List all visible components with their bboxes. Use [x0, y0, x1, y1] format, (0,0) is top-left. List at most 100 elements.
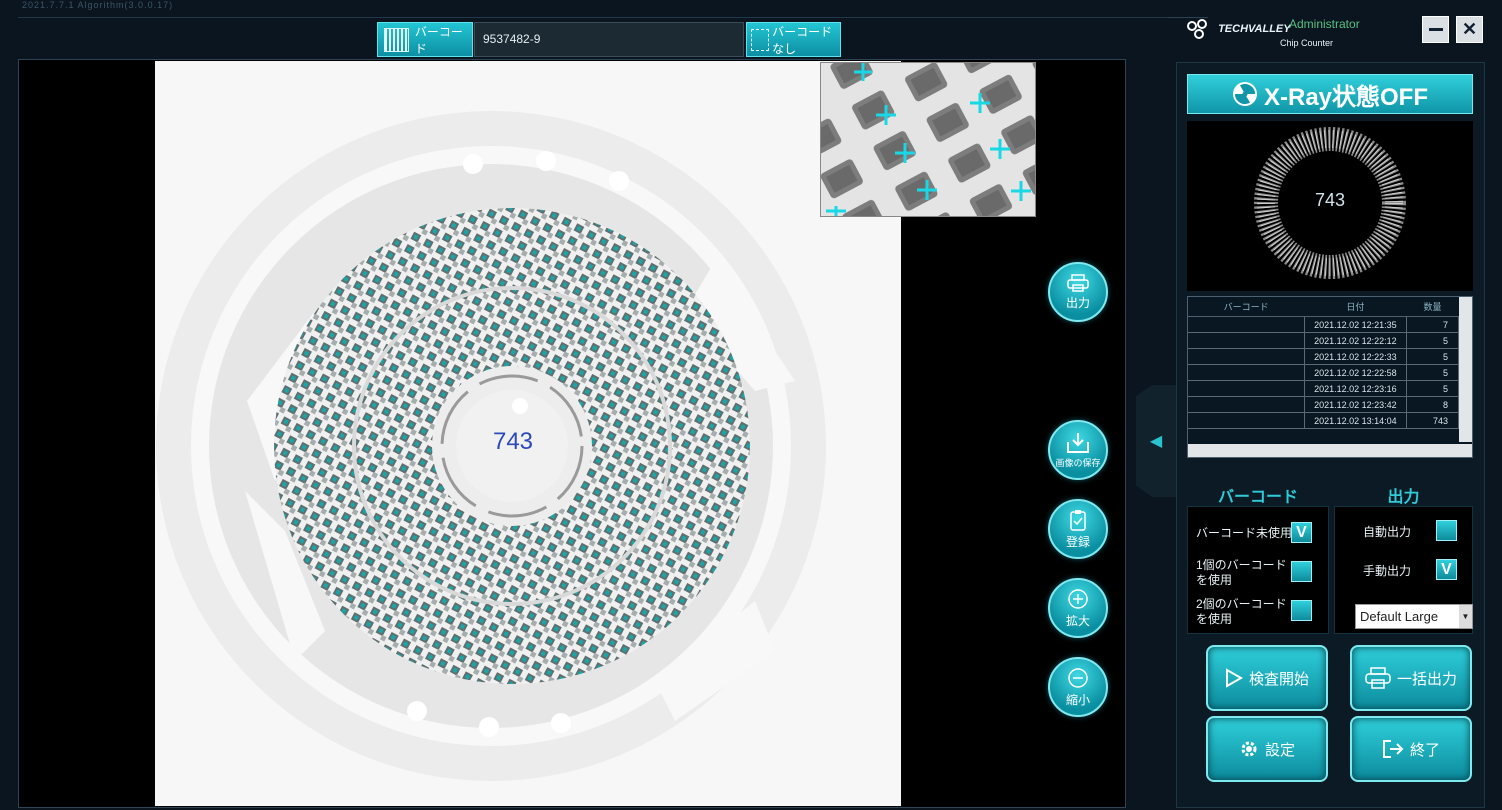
logo-icon: [1187, 19, 1207, 39]
cell-barcode: [1188, 380, 1305, 397]
plus-circle-icon: [1068, 588, 1088, 609]
cell-barcode: [1188, 348, 1305, 365]
no-barcode-button-label: バーコードなし: [772, 24, 833, 56]
cell-qty: 7: [1406, 316, 1460, 333]
user-name: Administrator: [1289, 17, 1360, 31]
register-button-label: 登録: [1065, 534, 1090, 549]
output-button-label: 出力: [1065, 295, 1090, 310]
minimize-icon: [1428, 28, 1443, 31]
barcode-option-label: 2個のバーコード を使用: [1196, 597, 1287, 626]
horizontal-scrollbar[interactable]: [1188, 444, 1472, 457]
output-option-label: 手動出力: [1363, 564, 1412, 578]
output-button[interactable]: 出力: [1048, 262, 1108, 322]
history-row[interactable]: 2021.12.02 12:22:58 5: [1188, 364, 1460, 381]
barcode-button-label: バーコード: [414, 24, 463, 56]
settings-button[interactable]: 設定: [1206, 716, 1328, 782]
cell-barcode: [1188, 412, 1305, 429]
settings-label: 設定: [1264, 741, 1295, 759]
cell-date: 2021.12.02 12:22:12: [1304, 332, 1407, 349]
template-select[interactable]: Default Large ▼: [1355, 604, 1473, 629]
version-text: 2021.7.7.1 Algorithm(3.0.0.17): [22, 0, 174, 10]
printer-icon: [1365, 667, 1391, 689]
zoom-out-button-label: 縮小: [1065, 692, 1090, 707]
check-icon: V: [1441, 560, 1452, 578]
logo-text: TECHVALLEY: [1218, 22, 1291, 35]
xray-status-text: X-Ray状態OFF: [1263, 83, 1428, 111]
minimize-button[interactable]: [1422, 16, 1449, 43]
start-inspection-button[interactable]: 検査開始: [1206, 645, 1328, 711]
radiation-icon: [1232, 82, 1257, 106]
two-barcode-checkbox[interactable]: [1291, 600, 1312, 621]
dashed-box-icon: [751, 28, 770, 51]
barcode-option-label: 1個のバーコード を使用: [1196, 558, 1287, 587]
manual-output-checkbox[interactable]: V: [1436, 559, 1457, 580]
logo: TECHVALLEY: [1185, 18, 1291, 40]
close-button[interactable]: ✕: [1456, 16, 1483, 43]
exit-label: 終了: [1409, 741, 1440, 759]
no-barcode-checkbox[interactable]: V: [1291, 522, 1312, 543]
cell-qty: 743: [1406, 412, 1460, 429]
register-button[interactable]: 登録: [1048, 499, 1108, 559]
column-header-qty[interactable]: 数量: [1406, 297, 1459, 317]
exit-icon: [1382, 740, 1404, 758]
chevron-left-icon: ◀: [1149, 433, 1163, 450]
history-table[interactable]: バーコード 日付 数量 2021.12.02 12:21:35 7 2021.12.…: [1187, 296, 1473, 458]
cell-barcode: [1188, 364, 1305, 381]
barcode-section-title: バーコード: [1217, 489, 1298, 506]
cell-date: 2021.12.02 12:22:33: [1304, 348, 1407, 365]
history-row[interactable]: 2021.12.02 12:23:42 8: [1188, 396, 1460, 413]
cell-date: 2021.12.02 13:14:04: [1304, 412, 1407, 429]
output-section-title: 出力: [1387, 489, 1420, 506]
auto-output-checkbox[interactable]: [1436, 520, 1457, 541]
printer-icon: [1067, 273, 1089, 292]
vertical-scrollbar[interactable]: [1459, 297, 1472, 442]
cell-date: 2021.12.02 12:22:58: [1304, 364, 1407, 381]
cell-barcode: [1188, 316, 1305, 333]
cell-date: 2021.12.02 12:23:42: [1304, 396, 1407, 413]
template-select-value: Default Large: [1360, 609, 1439, 624]
gear-icon: [1241, 741, 1257, 757]
one-barcode-checkbox[interactable]: [1291, 561, 1312, 582]
column-header-barcode[interactable]: バーコード: [1188, 297, 1305, 317]
save-image-button[interactable]: 画像の保存: [1048, 420, 1108, 480]
cell-qty: 5: [1406, 364, 1460, 381]
barcode-input[interactable]: 9537482-9: [474, 22, 744, 57]
clipboard-icon: [1070, 509, 1086, 531]
download-icon: [1067, 432, 1089, 453]
history-row[interactable]: 2021.12.02 12:21:35 7: [1188, 316, 1460, 333]
dropdown-arrow-icon: ▼: [1459, 605, 1472, 628]
save-image-button-label: 画像の保存: [1055, 457, 1101, 468]
cell-qty: 5: [1406, 348, 1460, 365]
xray-status-banner: X-Ray状態OFF: [1187, 74, 1473, 114]
cell-qty: 5: [1406, 332, 1460, 349]
batch-output-button[interactable]: 一括出力: [1350, 645, 1472, 711]
zoom-out-button[interactable]: 縮小: [1048, 657, 1108, 717]
barcode-icon: [384, 27, 409, 52]
minus-circle-icon: [1068, 667, 1088, 688]
history-row[interactable]: 2021.12.02 12:23:16 5: [1188, 380, 1460, 397]
start-inspection-label: 検査開始: [1248, 670, 1309, 688]
cell-qty: 5: [1406, 380, 1460, 397]
play-icon: [1225, 668, 1243, 688]
zoom-in-button[interactable]: 拡大: [1048, 578, 1108, 638]
cell-date: 2021.12.02 12:21:35: [1304, 316, 1407, 333]
check-icon: V: [1296, 523, 1307, 541]
collapse-panel-button[interactable]: ◀: [1136, 385, 1176, 497]
output-option-label: 自動出力: [1363, 525, 1412, 539]
history-row[interactable]: 2021.12.02 12:22:12 5: [1188, 332, 1460, 349]
zoom-thumbnail: [820, 62, 1036, 217]
barcode-option-label: バーコード未使用: [1196, 526, 1293, 540]
batch-output-label: 一括出力: [1396, 670, 1457, 688]
no-barcode-button[interactable]: バーコードなし: [746, 22, 841, 57]
barcode-button[interactable]: バーコード: [377, 22, 473, 57]
exit-button[interactable]: 終了: [1350, 716, 1472, 782]
header-divider: [18, 17, 1168, 18]
product-name: Chip Counter: [1280, 38, 1334, 48]
cell-barcode: [1188, 396, 1305, 413]
column-header-date[interactable]: 日付: [1304, 297, 1407, 317]
history-rows: 2021.12.02 12:21:35 7 2021.12.02 12:22:12 5…: [1188, 316, 1460, 429]
history-row[interactable]: 2021.12.02 13:14:04 743: [1188, 412, 1460, 429]
chip-count-label: 743: [492, 428, 534, 455]
preview-count: 743: [1314, 190, 1346, 210]
history-row[interactable]: 2021.12.02 12:22:33 5: [1188, 348, 1460, 365]
